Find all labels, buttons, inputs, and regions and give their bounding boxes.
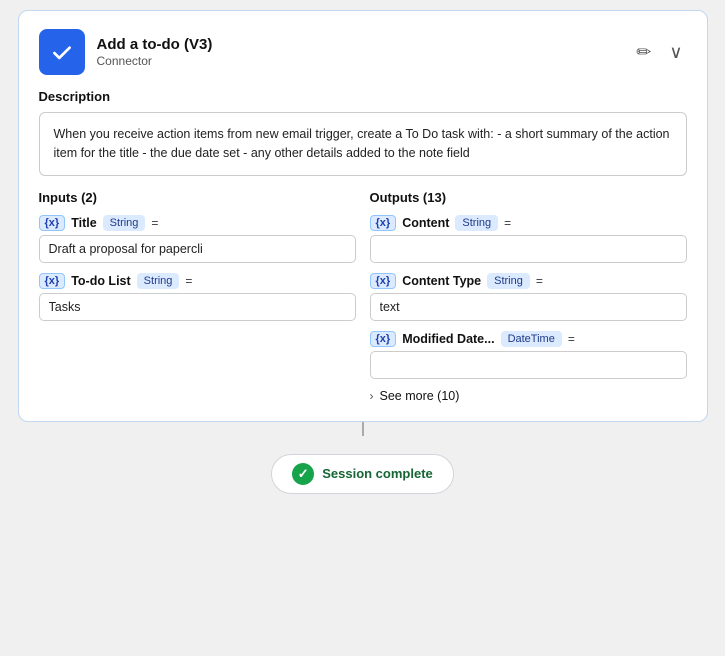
description-text: When you receive action items from new e… xyxy=(39,112,687,176)
expand-button[interactable]: ∨ xyxy=(665,40,686,65)
session-complete-bar: ✓ Session complete xyxy=(271,454,454,494)
card-title: Add a to-do (V3) xyxy=(97,36,213,53)
header-left: Add a to-do (V3) Connector xyxy=(39,29,213,75)
input-value-0[interactable] xyxy=(39,235,356,263)
output-eq-1: = xyxy=(536,274,543,288)
output-field-1: {x} Content Type String = xyxy=(370,273,687,321)
output-value-2[interactable] xyxy=(370,351,687,379)
outputs-header: Outputs (13) xyxy=(370,190,687,205)
output-var-badge-0: {x} xyxy=(370,215,397,231)
edit-button[interactable]: ✏ xyxy=(632,40,655,65)
input-name-0: Title xyxy=(71,216,96,230)
input-field-1: {x} To-do List String = xyxy=(39,273,356,321)
output-label-row-2: {x} Modified Date... DateTime = xyxy=(370,331,687,347)
input-value-1[interactable] xyxy=(39,293,356,321)
description-section: Description When you receive action item… xyxy=(39,89,687,176)
input-var-badge-1: {x} xyxy=(39,273,66,289)
header-actions: ✏ ∨ xyxy=(632,40,686,65)
output-var-badge-1: {x} xyxy=(370,273,397,289)
session-label: Session complete xyxy=(322,466,433,481)
card-subtitle: Connector xyxy=(97,54,213,68)
see-more-label: See more (10) xyxy=(380,389,460,403)
connector-card: Add a to-do (V3) Connector ✏ ∨ Descripti… xyxy=(18,10,708,422)
output-value-0[interactable] xyxy=(370,235,687,263)
see-more-row[interactable]: › See more (10) xyxy=(370,389,687,403)
card-header: Add a to-do (V3) Connector ✏ ∨ xyxy=(39,29,687,75)
output-name-1: Content Type xyxy=(402,274,481,288)
output-label-row-1: {x} Content Type String = xyxy=(370,273,687,289)
output-eq-2: = xyxy=(568,332,575,346)
input-type-0: String xyxy=(103,215,146,231)
output-value-1[interactable] xyxy=(370,293,687,321)
chevron-right-icon: › xyxy=(370,389,374,403)
input-field-0: {x} Title String = xyxy=(39,215,356,263)
output-type-0: String xyxy=(455,215,498,231)
input-name-1: To-do List xyxy=(71,274,130,288)
inputs-header: Inputs (2) xyxy=(39,190,356,205)
input-label-row-0: {x} Title String = xyxy=(39,215,356,231)
output-label-row-0: {x} Content String = xyxy=(370,215,687,231)
description-label: Description xyxy=(39,89,687,104)
outputs-col: Outputs (13) {x} Content String = {x} Co… xyxy=(370,190,687,403)
chevron-down-icon: ∨ xyxy=(669,42,682,62)
output-type-1: String xyxy=(487,273,530,289)
output-type-2: DateTime xyxy=(501,331,562,347)
connector-icon xyxy=(39,29,85,75)
input-eq-0: = xyxy=(151,216,158,230)
connector-line-bottom xyxy=(362,422,364,436)
edit-icon: ✏ xyxy=(636,42,651,62)
output-eq-0: = xyxy=(504,216,511,230)
output-field-0: {x} Content String = xyxy=(370,215,687,263)
inputs-col: Inputs (2) {x} Title String = {x} To-do … xyxy=(39,190,356,403)
input-type-1: String xyxy=(137,273,180,289)
output-var-badge-2: {x} xyxy=(370,331,397,347)
output-field-2: {x} Modified Date... DateTime = xyxy=(370,331,687,379)
output-name-0: Content xyxy=(402,216,449,230)
io-row: Inputs (2) {x} Title String = {x} To-do … xyxy=(39,190,687,403)
output-name-2: Modified Date... xyxy=(402,332,494,346)
input-eq-1: = xyxy=(185,274,192,288)
input-label-row-1: {x} To-do List String = xyxy=(39,273,356,289)
session-badge: ✓ Session complete xyxy=(271,454,454,494)
check-circle-icon: ✓ xyxy=(292,463,314,485)
title-group: Add a to-do (V3) Connector xyxy=(97,36,213,68)
input-var-badge-0: {x} xyxy=(39,215,66,231)
